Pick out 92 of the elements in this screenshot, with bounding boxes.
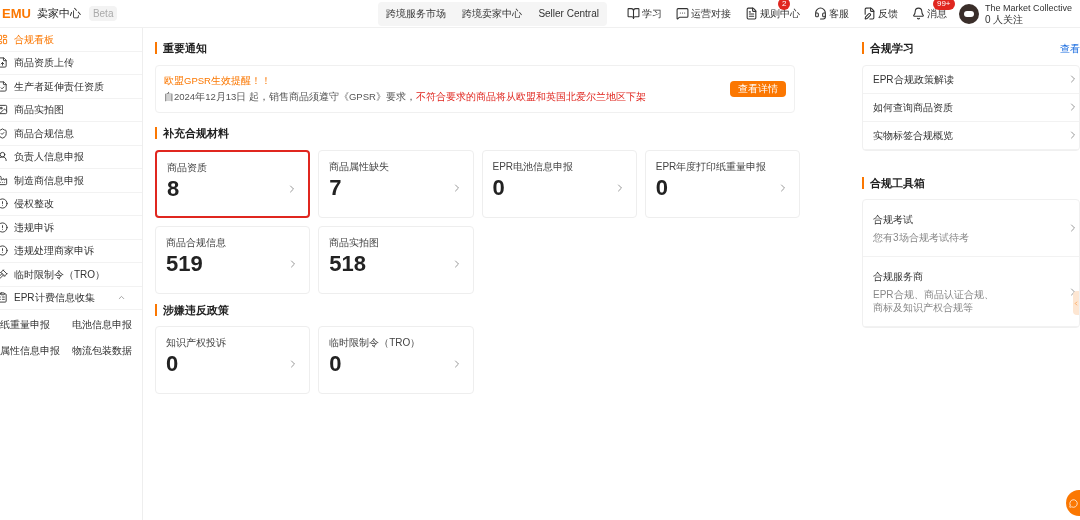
card-value: 519 [166,249,203,278]
section-title: 合规学习 [870,41,914,56]
submenu-item[interactable]: 物流包装数据 [72,344,142,359]
card-label: 商品合规信息 [166,235,227,250]
beta-tag: Beta [88,6,118,21]
card-value: 0 [655,173,668,202]
tool-title: 合规服务商 [873,270,924,284]
submenu-item[interactable]: 属性信息申报 [0,344,72,359]
sidebar-item[interactable]: 负责人信息申报 [0,145,142,169]
card-label: EPR电池信息申报 [492,159,575,174]
section-title: 涉嫌违反政策 [163,302,229,318]
menu-icon [0,127,8,139]
menu-icon [0,174,8,186]
section-title: 补充合规材料 [163,126,229,141]
chat-icon [1068,498,1078,508]
stat-card[interactable]: 商品资质 8 [155,149,311,218]
learning-item[interactable]: 实物标签合规概览 [863,121,1079,150]
sidebar-item[interactable]: 侵权整改 [0,192,142,216]
count-badge: 99+ [932,0,955,10]
card-label: EPR年度打印纸重量申报 [655,159,768,174]
nav-link[interactable]: Seller Central [538,6,599,21]
stat-card[interactable]: EPR年度打印纸重量申报 0 [644,149,800,218]
tool-title: 合规考试 [873,213,914,227]
menu-icon [0,57,8,69]
stat-card[interactable]: 知识产权投诉 0 [155,326,311,394]
view-more-link[interactable]: 查看 [1060,40,1080,56]
card-value: 8 [167,174,180,203]
menu-icon [0,292,8,304]
stat-card[interactable]: EPR电池信息申报 0 [481,149,637,218]
sidebar-item[interactable]: 临时限制令（TRO） [0,263,142,287]
account-name: The Market Collective [984,2,1072,14]
avatar[interactable] [958,3,979,24]
bell-icon [911,7,925,20]
book-icon [626,7,640,20]
menu-icon [0,245,8,257]
notice-text: 自2024年12月13日 起，销售商品须遵守《GPSR》要求，不符合要求的商品将从欧盟和英国北爱尔兰地区下架 [164,89,646,104]
card-label: 商品属性缺失 [329,159,391,174]
card-value: 518 [329,249,366,278]
submenu-item[interactable]: 纸重量申报 [0,318,72,333]
stat-card[interactable]: 商品实拍图 518 [318,225,474,294]
card-label: 临时限制令（TRO） [329,336,422,350]
notice-heading: 欧盟GPSR生效提醒！！ [164,73,272,88]
card-label: 商品资质 [167,160,208,175]
sidebar-item[interactable]: 违规处理商家申诉 [0,239,142,263]
menu-icon [0,80,8,92]
tool-description: 您有3场合规考试待考 [873,231,970,244]
card-label: 商品实拍图 [329,235,381,250]
nav-link[interactable]: 跨境服务市场 [386,6,447,21]
learning-item[interactable]: 如何查询商品资质 [863,93,1079,122]
learning-item[interactable]: EPR合规政策解读 [863,65,1079,94]
menu-icon [0,198,8,210]
menu-icon [0,268,8,280]
menu-icon [0,151,8,163]
toolbar-button[interactable]: 运营对接 [675,6,731,21]
menu-icon [0,104,8,116]
sidebar-item[interactable]: 制造商信息申报 [0,169,142,193]
submenu-item[interactable]: 电池信息申报 [72,318,142,333]
menu-icon [0,221,8,233]
logo: EMU [2,4,31,23]
chevron-left-icon [1073,299,1079,307]
sidebar-item[interactable]: 商品资质上传 [0,51,142,75]
card-value: 0 [492,173,505,202]
card-label: 知识产权投诉 [166,336,227,350]
nav-link[interactable]: 跨境卖家中心 [462,6,523,21]
count-badge: 2 [777,0,791,10]
section-title: 重要通知 [163,41,207,56]
app-title: 卖家中心 [36,6,81,22]
edit-icon [862,7,876,20]
sidebar-item[interactable]: 违规申诉 [0,216,142,240]
toolbox-item[interactable]: 合规考试 您有3场合规考试待考 [863,200,1079,257]
stat-card[interactable]: 临时限制令（TRO） 0 [318,326,474,394]
stat-card[interactable]: 商品属性缺失 7 [318,149,474,218]
toolbar-button[interactable]: 学习 [626,6,662,21]
collapse-handle[interactable] [1073,291,1079,315]
toolbar-button[interactable]: 客服 [813,6,849,21]
sidebar-item[interactable]: EPR计费信息收集 [0,286,142,310]
stat-card[interactable]: 商品合规信息 519 [155,225,311,294]
document-icon [744,7,758,20]
section-title: 合规工具箱 [870,175,925,191]
tool-description: EPR合规、商品认证合规、商标及知识产权合规等 [873,288,995,314]
card-value: 0 [166,350,179,378]
headset-icon [813,7,827,20]
toolbar-button[interactable]: 反馈 [862,6,898,21]
chat-float-button[interactable] [1066,490,1080,516]
menu-icon [0,33,8,45]
sidebar-item[interactable]: 生产者延伸责任资质 [0,75,142,99]
sidebar-item[interactable]: 商品合规信息 [0,122,142,146]
chat-icon [675,7,689,20]
sidebar-item[interactable]: 商品实拍图 [0,98,142,122]
card-value: 7 [329,173,342,202]
card-value: 0 [329,350,342,378]
follower-count: 0 人关注 [984,13,1025,25]
